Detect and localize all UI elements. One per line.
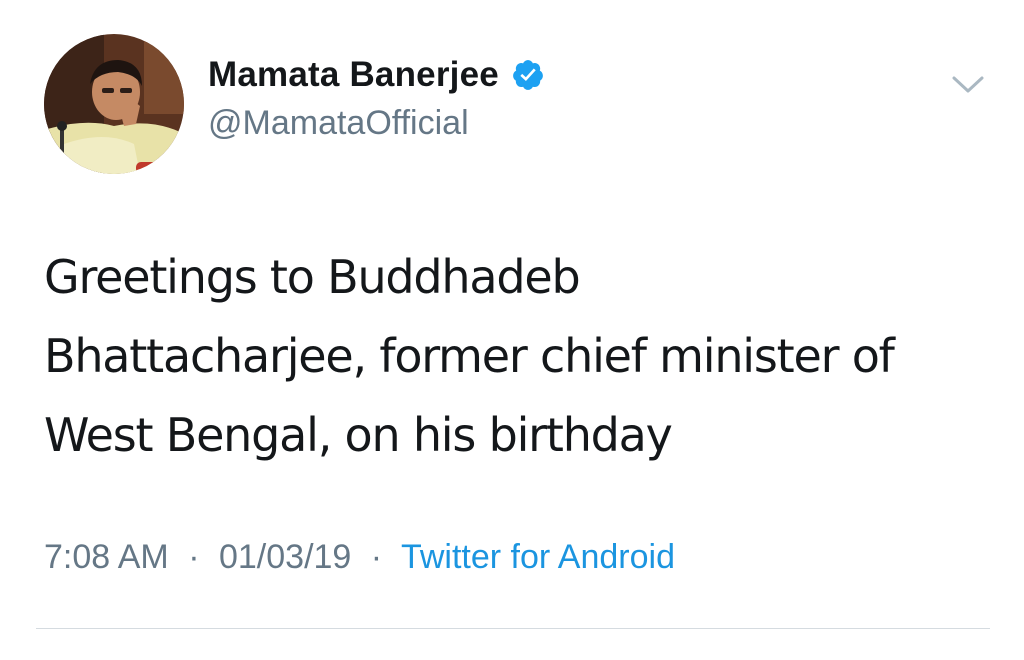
- tweet-text: Greetings to Buddhadeb Bhattacharjee, fo…: [44, 250, 895, 462]
- tweet-menu-button[interactable]: [948, 70, 988, 98]
- verified-badge-icon: [511, 58, 545, 92]
- tweet-source-link[interactable]: Twitter for Android: [401, 538, 675, 576]
- avatar-photo-icon: [44, 34, 184, 174]
- author-handle[interactable]: @MamataOfficial: [208, 104, 545, 143]
- tweet-card: Mamata Banerjee @MamataOfficial Greeting…: [0, 0, 1024, 660]
- author-avatar[interactable]: [44, 34, 184, 174]
- tweet-time[interactable]: 7:08 AM: [44, 538, 169, 576]
- tweet-metadata: 7:08 AM · 01/03/19 · Twitter for Android: [44, 538, 675, 577]
- tweet-date[interactable]: 01/03/19: [219, 538, 351, 576]
- meta-separator: ·: [370, 538, 383, 576]
- author-block: Mamata Banerjee @MamataOfficial: [208, 52, 545, 143]
- author-name-row: Mamata Banerjee: [208, 52, 545, 98]
- meta-separator: ·: [188, 538, 200, 576]
- divider: [36, 628, 990, 629]
- chevron-down-icon: [952, 76, 984, 93]
- author-display-name[interactable]: Mamata Banerjee: [208, 55, 499, 95]
